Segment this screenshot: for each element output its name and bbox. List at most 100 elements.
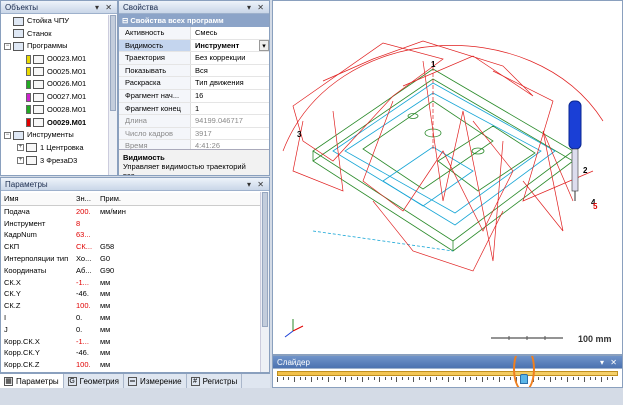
expand-icon[interactable]: + — [17, 157, 24, 165]
table-row[interactable]: КадрNum 63... — [1, 229, 269, 241]
collapse-icon[interactable]: − — [4, 131, 11, 139]
tree-item[interactable]: − Инструменты — [1, 129, 117, 142]
column-header-value[interactable]: Зн... — [73, 193, 97, 206]
slider-tick — [362, 377, 364, 382]
slider-panel-header: Слайдер ▾ ✕ — [273, 356, 622, 369]
table-row[interactable]: J 0. мм — [1, 324, 269, 336]
property-value[interactable]: Вся — [191, 65, 269, 77]
property-row[interactable]: Активность Смесь — [119, 27, 269, 40]
property-value[interactable]: 3917 — [191, 128, 269, 140]
column-header-note[interactable]: Прим. — [97, 193, 269, 206]
property-value[interactable]: 94199.046717 — [191, 115, 269, 127]
parameter-value: 100. — [76, 360, 91, 370]
tree-item[interactable]: O0029.M01 — [1, 117, 117, 130]
slider-highlight-ring — [512, 356, 535, 387]
tab-label: Геометрия — [79, 376, 119, 386]
property-value[interactable]: Смесь — [191, 27, 269, 39]
slider-tick — [566, 377, 568, 382]
panel-pin-close-icon[interactable]: ▾ ✕ — [95, 1, 114, 14]
property-key: Траектория — [119, 52, 191, 64]
tab-parameters[interactable]: ▦ Параметры — [0, 374, 64, 388]
tree-item[interactable]: Стойка ЧПУ — [1, 15, 117, 28]
tree-item[interactable]: − Программы — [1, 40, 117, 53]
table-row[interactable]: I 0. мм — [1, 312, 269, 324]
tree-item[interactable]: Станок — [1, 28, 117, 41]
slider-tick — [305, 377, 307, 380]
tree-item[interactable]: +3 ФрезаD3 — [1, 155, 117, 168]
parameter-value: Аб... — [76, 265, 92, 275]
parameter-value: -1... — [76, 336, 89, 346]
property-row[interactable]: Фрагмент конец 1 — [119, 102, 269, 116]
tree-line-icon — [4, 30, 11, 37]
table-row[interactable]: СК.Z 100. мм — [1, 300, 269, 312]
tab-geometry[interactable]: G Геометрия — [64, 374, 124, 388]
collapse-icon[interactable]: − — [4, 42, 11, 50]
parameter-value: СК... — [76, 242, 93, 252]
expand-icon[interactable]: + — [17, 144, 24, 152]
property-key: Показывать — [119, 64, 191, 77]
panel-pin-close-icon[interactable]: ▾ ✕ — [600, 356, 619, 369]
table-row[interactable]: Подача 200. мм/мин — [1, 205, 269, 217]
slider-ticks — [277, 377, 618, 382]
slider-tick — [413, 377, 415, 382]
tree-item[interactable]: O0028.M01 — [1, 104, 117, 117]
axis-label-5: 5 — [593, 202, 598, 211]
property-row[interactable]: Раскраска Тип движения — [119, 77, 269, 90]
parameters-panel: Параметры ▾ ✕ Имя Зн... Прим. Подача 200.… — [0, 177, 270, 373]
dropdown-arrow-icon[interactable]: ▾ — [259, 39, 269, 52]
table-row[interactable]: Интерполяции тип Хо... G0 — [1, 253, 269, 265]
objects-scrollbar-thumb[interactable] — [110, 15, 116, 111]
property-row[interactable]: Видимость Инструмент ▾ — [119, 39, 269, 53]
property-row[interactable]: Траектория Без коррекции — [119, 52, 269, 65]
property-value[interactable]: Инструмент — [191, 40, 259, 52]
property-row[interactable]: Фрагмент нач... 16 — [119, 89, 269, 103]
table-row[interactable]: Инструмент 8 — [1, 218, 269, 230]
table-row[interactable]: Корр.СК.X -1... мм — [1, 336, 269, 348]
table-row[interactable]: СК.Y -46. мм — [1, 288, 269, 300]
slider-tick — [367, 377, 369, 380]
properties-group-header[interactable]: ⊟ Свойства всех программ — [119, 14, 269, 27]
tree-item[interactable]: O0025.M01 — [1, 66, 117, 79]
property-value[interactable]: 16 — [191, 90, 269, 102]
tree-item[interactable]: O0023.M01 — [1, 53, 117, 66]
column-header-name[interactable]: Имя — [1, 193, 73, 206]
slider-tick — [356, 377, 358, 380]
tab-label: Параметры — [16, 376, 59, 386]
parameter-note: G90 — [100, 265, 115, 275]
parameter-note: мм — [100, 301, 111, 311]
property-row[interactable]: Число кадров 3917 — [119, 127, 269, 141]
tree-item[interactable]: O0026.M01 — [1, 78, 117, 91]
property-value[interactable]: Тип движения — [191, 77, 269, 89]
tab-registers[interactable]: # Регистры — [187, 374, 243, 388]
objects-panel-header: Объекты ▾ ✕ — [1, 1, 117, 14]
table-row[interactable]: Координаты Аб... G90 — [1, 265, 269, 277]
property-value[interactable]: Без коррекции — [191, 52, 269, 64]
tab-measurement[interactable]: ═ Измерение — [124, 374, 187, 388]
program-color-swatch — [26, 118, 31, 128]
program-color-swatch — [26, 92, 31, 102]
table-row[interactable]: Корр.СК.Z 100. мм — [1, 359, 269, 371]
viewport-3d[interactable]: 1 2 3 4 5 100 mm — [272, 0, 623, 355]
slider-track[interactable] — [277, 371, 618, 376]
slider-tick — [424, 377, 426, 380]
objects-scrollbar[interactable] — [108, 15, 117, 175]
property-key: Фрагмент нач... — [119, 89, 191, 102]
tool-trajectories — [282, 40, 604, 272]
parameter-name: Подача — [4, 206, 30, 216]
tree-item[interactable]: +1 Центровка — [1, 142, 117, 155]
toolpath-canvas[interactable]: 1 2 3 4 5 100 mm — [273, 1, 623, 355]
scale-bar — [491, 336, 563, 340]
property-value[interactable]: 1 — [191, 103, 269, 115]
parameters-scrollbar-thumb[interactable] — [262, 192, 268, 327]
table-row[interactable]: СКП СК... G58 — [1, 241, 269, 253]
program-icon — [33, 92, 44, 102]
panel-pin-close-icon[interactable]: ▾ ✕ — [247, 178, 266, 191]
table-row[interactable]: Корр.СК.Y -46. мм — [1, 347, 269, 359]
property-row[interactable]: Показывать Вся — [119, 64, 269, 78]
parameters-scrollbar[interactable] — [260, 192, 269, 372]
tree-item[interactable]: O0027.M01 — [1, 91, 117, 104]
table-row[interactable]: СК.X -1... мм — [1, 277, 269, 289]
objects-panel: Объекты ▾ ✕ Стойка ЧПУ Станок − Программы O0… — [0, 0, 118, 176]
panel-pin-close-icon[interactable]: ▾ ✕ — [247, 1, 266, 14]
property-row[interactable]: Длина 94199.046717 — [119, 115, 269, 128]
